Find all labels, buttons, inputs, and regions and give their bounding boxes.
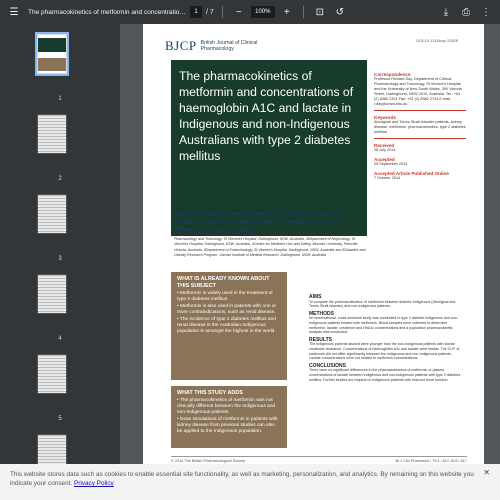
accepted-date: 25 September 2014 [374,162,408,166]
known-subject-item: • Metformin is widely used in the treatm… [177,291,273,302]
known-subject-item: • Metformin is also used in patients wit… [177,304,276,315]
page-total: / 7 [206,8,214,16]
page-number-input[interactable]: 1 [190,6,202,18]
affiliations: 1School of Medical Sciences, University … [174,232,366,257]
received-date: 28 July 2014 [374,148,396,152]
keywords-text: Aboriginal and Torres Strait Islander pa… [374,120,466,134]
study-adds-item: • Dose simulations of metformin in patie… [177,417,278,434]
menu-icon[interactable]: ☰ [6,4,22,20]
thumbnail-label: 1 [58,96,62,102]
thumbnail-page-3[interactable] [37,194,67,234]
fit-page-icon[interactable]: ⊡ [312,4,328,20]
known-subject-item: • The incidence of type 2 diabetes melli… [177,317,276,334]
divider [374,110,466,111]
study-adds-item: • The pharmacokinetics of metformin was … [177,398,276,415]
methods-text: An observational, cross-sectional study … [309,316,459,335]
thumbnail-page-1[interactable] [35,32,69,76]
thumbnail-sidebar: 1 2 3 4 5 6 [0,24,120,500]
document-title: The pharmacokinetics of metformin and co… [28,8,188,16]
correspondence-text: Professor Richard Day, Department of Cli… [374,77,462,106]
toolbar-divider [221,6,223,18]
thumbnail-page-4[interactable] [37,274,67,314]
zoom-out-icon[interactable]: − [231,4,247,20]
published-date: 7 October 2014 [374,176,401,180]
journal-logo-mark: BJCP [165,38,197,53]
toolbar-center: 1 / 7 − 100% + ⊡ ↺ [190,0,348,24]
more-options-icon[interactable]: ⋮ [478,4,494,20]
study-adds-box: WHAT THIS STUDY ADDS • The pharmacokinet… [171,386,287,448]
toolbar-divider [302,6,304,18]
thumbnail-label: 4 [58,336,62,342]
journal-name: British Journal of Clinical Pharmacology [200,40,258,52]
doi: DOI:10.1111/bcp.12525 [416,38,458,43]
copyright: © 2014 The British Pharmacological Socie… [171,459,246,463]
divider [374,138,466,139]
zoom-input[interactable]: 100% [250,6,275,18]
page-footer: © 2014 The British Pharmacological Socie… [171,456,467,463]
thumbnail-label: 3 [58,256,62,262]
journal-logo: BJCP British Journal of Clinical Pharmac… [165,38,261,54]
close-icon[interactable]: ✕ [483,468,490,477]
known-subject-box: WHAT IS ALREADY KNOWN ABOUT THIS SUBJECT… [171,272,287,380]
pdf-page: BJCP British Journal of Clinical Pharmac… [143,24,484,464]
thumbnail-page-5[interactable] [37,354,67,394]
download-icon[interactable]: ⤓ [438,4,454,20]
toolbar-right: ⤓ ⎙ ⋮ [438,4,494,20]
paper-title: The pharmacokinetics of metformin and co… [179,69,354,163]
article-info-column: Correspondence Professor Richard Day, De… [374,68,466,181]
study-adds-title: WHAT THIS STUDY ADDS [177,390,243,396]
zoom-in-icon[interactable]: + [279,4,295,20]
known-subject-title: WHAT IS ALREADY KNOWN ABOUT THIS SUBJECT [177,276,270,289]
pdf-toolbar: ☰ The pharmacokinetics of metformin and … [0,0,500,24]
thumbnail-page-2[interactable] [37,114,67,154]
aims-text: To compare the pharmacokinetics of metfo… [309,299,456,309]
conclusions-text: There were no significant differences in… [309,368,461,382]
print-icon[interactable]: ⎙ [458,4,474,20]
thumbnail-label: 5 [58,416,62,422]
privacy-policy-link[interactable]: Privacy Policy [74,480,114,487]
rotate-icon[interactable]: ↺ [332,4,348,20]
results-text: The Indigenous patients studied were you… [309,342,460,361]
author-list: Janna K. Duong,1,2 Shaun S. Kumar,1,2 Ti… [174,211,350,233]
thumbnail-label: 2 [58,176,62,182]
cookie-banner: This website stores data such as cookies… [0,464,500,500]
citation: Br J Clin Pharmacol / 79:4 / 617–623 / 6… [395,459,467,463]
abstract: AIMS To compare the pharmacokinetics of … [309,292,463,382]
